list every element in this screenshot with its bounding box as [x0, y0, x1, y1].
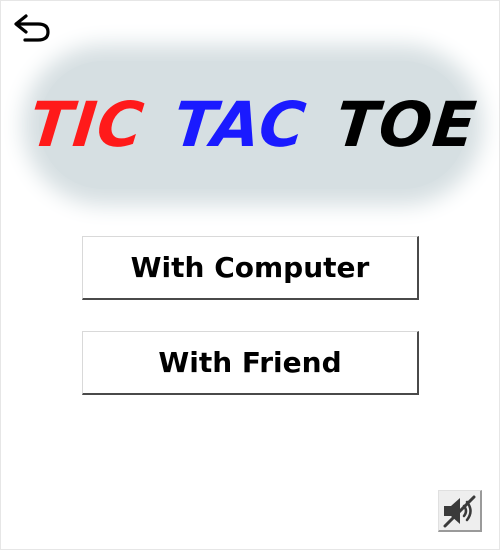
with-friend-label: With Friend: [158, 346, 342, 379]
undo-arrow-icon: [14, 14, 50, 42]
back-button[interactable]: [11, 9, 53, 47]
title-word-toe: TOE: [332, 88, 481, 161]
with-friend-button[interactable]: With Friend: [82, 331, 419, 395]
title-panel: TIC TAC TOE: [26, 61, 480, 189]
game-title: TIC TAC TOE: [26, 88, 481, 161]
with-computer-button[interactable]: With Computer: [82, 236, 419, 300]
with-computer-label: With Computer: [130, 251, 370, 284]
speaker-muted-icon: [443, 495, 475, 527]
sound-toggle-button[interactable]: [438, 490, 482, 532]
game-menu-screen: TIC TAC TOE With Computer With Friend: [0, 0, 500, 550]
title-word-tac: TAC: [169, 88, 310, 161]
title-word-tic: TIC: [26, 88, 148, 161]
